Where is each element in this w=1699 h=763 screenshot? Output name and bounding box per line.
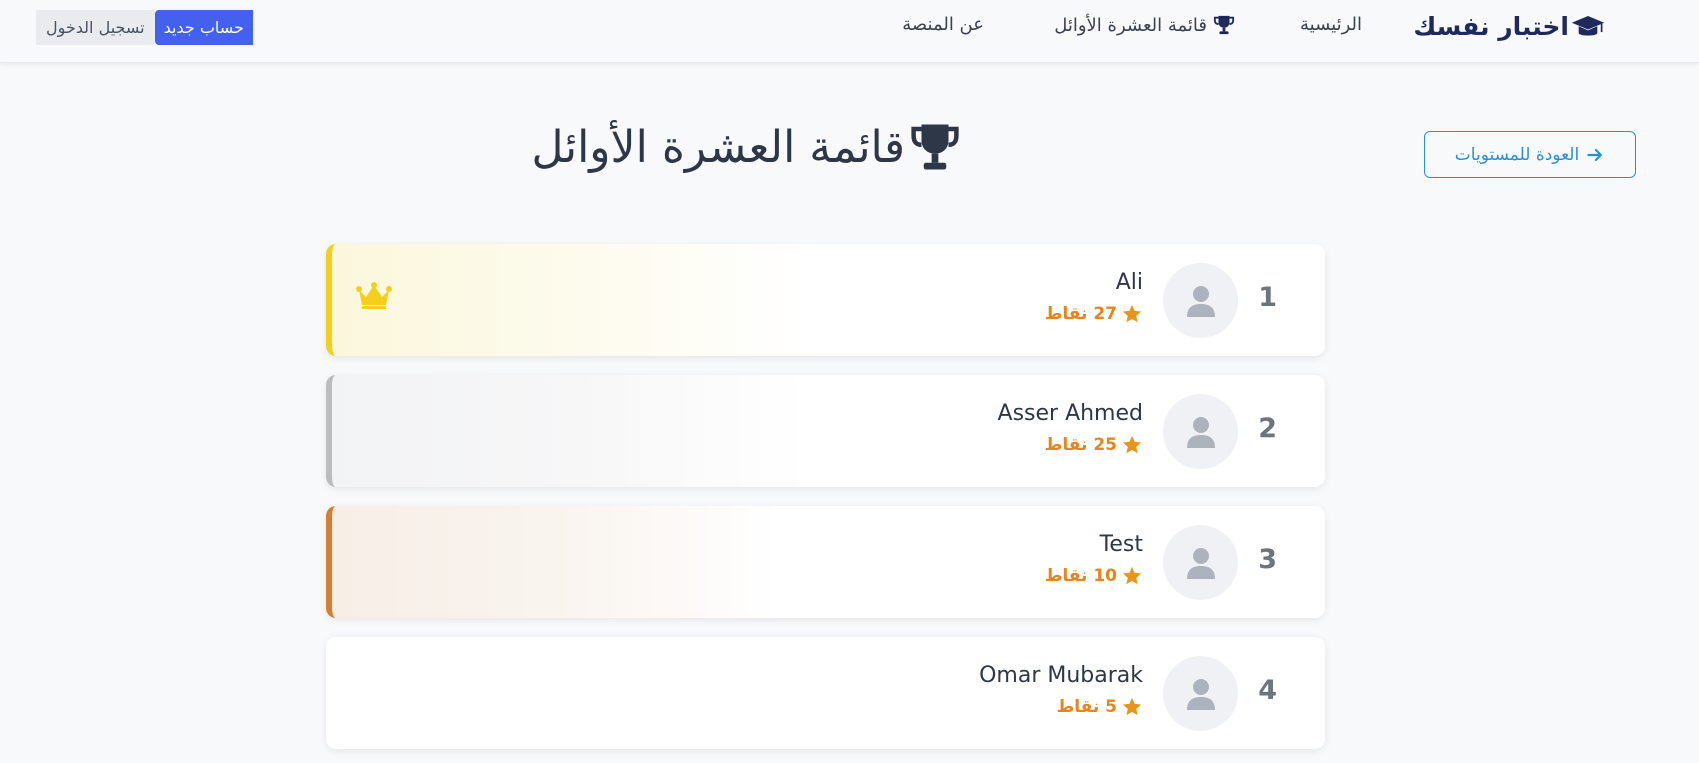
auth-buttons: تسجيل الدخول حساب جديد bbox=[36, 10, 253, 45]
player-score-text: 27 نقاط bbox=[1044, 304, 1117, 324]
player-name: Ali bbox=[1115, 270, 1143, 295]
register-button[interactable]: حساب جديد bbox=[154, 10, 253, 45]
star-icon bbox=[1122, 566, 1142, 585]
crown-icon bbox=[356, 282, 392, 309]
navbar: اختبار نفسك الرئيسية قائمة العشرة الأوائ… bbox=[0, 0, 1699, 63]
trophy-icon bbox=[911, 124, 959, 170]
player-score: 27 نقاط bbox=[1045, 303, 1143, 325]
brand-logo[interactable]: اختبار نفسك bbox=[1413, 12, 1605, 41]
player-score-text: 5 نقاط bbox=[1056, 697, 1117, 717]
rank-number: 3 bbox=[1258, 544, 1277, 575]
rank-number: 4 bbox=[1258, 675, 1277, 706]
player-name: Asser Ahmed bbox=[997, 401, 1143, 426]
nav-link-home[interactable]: الرئيسية bbox=[1300, 14, 1362, 35]
leaderboard-row: Omar Mubarak 5 نقاط 4 bbox=[326, 637, 1325, 749]
leaderboard-row: Ali 27 نقاط 1 bbox=[326, 244, 1325, 356]
player-name: Test bbox=[1099, 532, 1143, 557]
nav-link-about-label: عن المنصة bbox=[902, 14, 984, 35]
avatar bbox=[1163, 394, 1238, 469]
trophy-icon bbox=[1213, 15, 1235, 35]
rank-number: 2 bbox=[1258, 413, 1277, 444]
player-score: 10 نقاط bbox=[1045, 565, 1143, 587]
user-icon bbox=[1186, 678, 1215, 710]
nav-link-home-label: الرئيسية bbox=[1300, 14, 1362, 35]
player-score: 25 نقاط bbox=[1045, 434, 1143, 456]
player-score: 5 نقاط bbox=[1057, 696, 1143, 718]
player-score-text: 10 نقاط bbox=[1044, 566, 1117, 586]
avatar bbox=[1163, 525, 1238, 600]
avatar bbox=[1163, 656, 1238, 731]
back-to-levels-button[interactable]: العودة للمستويات bbox=[1424, 131, 1636, 178]
nav-link-leaderboard-label: قائمة العشرة الأوائل bbox=[1054, 14, 1207, 36]
rank-number: 1 bbox=[1258, 282, 1277, 313]
page-title-text: قائمة العشرة الأوائل bbox=[531, 121, 905, 173]
page-title: قائمة العشرة الأوائل bbox=[532, 120, 963, 174]
leaderboard-row: Test 10 نقاط 3 bbox=[326, 506, 1325, 618]
user-icon bbox=[1186, 285, 1215, 317]
avatar bbox=[1163, 263, 1238, 338]
user-icon bbox=[1186, 416, 1215, 448]
player-score-text: 25 نقاط bbox=[1044, 435, 1117, 455]
graduation-cap-icon bbox=[1571, 15, 1605, 35]
nav-link-leaderboard[interactable]: قائمة العشرة الأوائل bbox=[1054, 14, 1235, 36]
user-icon bbox=[1186, 547, 1215, 579]
star-icon bbox=[1122, 435, 1142, 454]
star-icon bbox=[1122, 304, 1142, 323]
brand-name: اختبار نفسك bbox=[1413, 12, 1569, 41]
star-icon bbox=[1122, 697, 1142, 716]
login-button[interactable]: تسجيل الدخول bbox=[36, 10, 155, 45]
nav-link-about[interactable]: عن المنصة bbox=[902, 14, 984, 35]
player-name: Omar Mubarak bbox=[979, 663, 1143, 688]
back-to-levels-label: العودة للمستويات bbox=[1454, 144, 1580, 165]
leaderboard-row: Asser Ahmed 25 نقاط 2 bbox=[326, 375, 1325, 487]
arrow-right-icon bbox=[1587, 148, 1603, 161]
